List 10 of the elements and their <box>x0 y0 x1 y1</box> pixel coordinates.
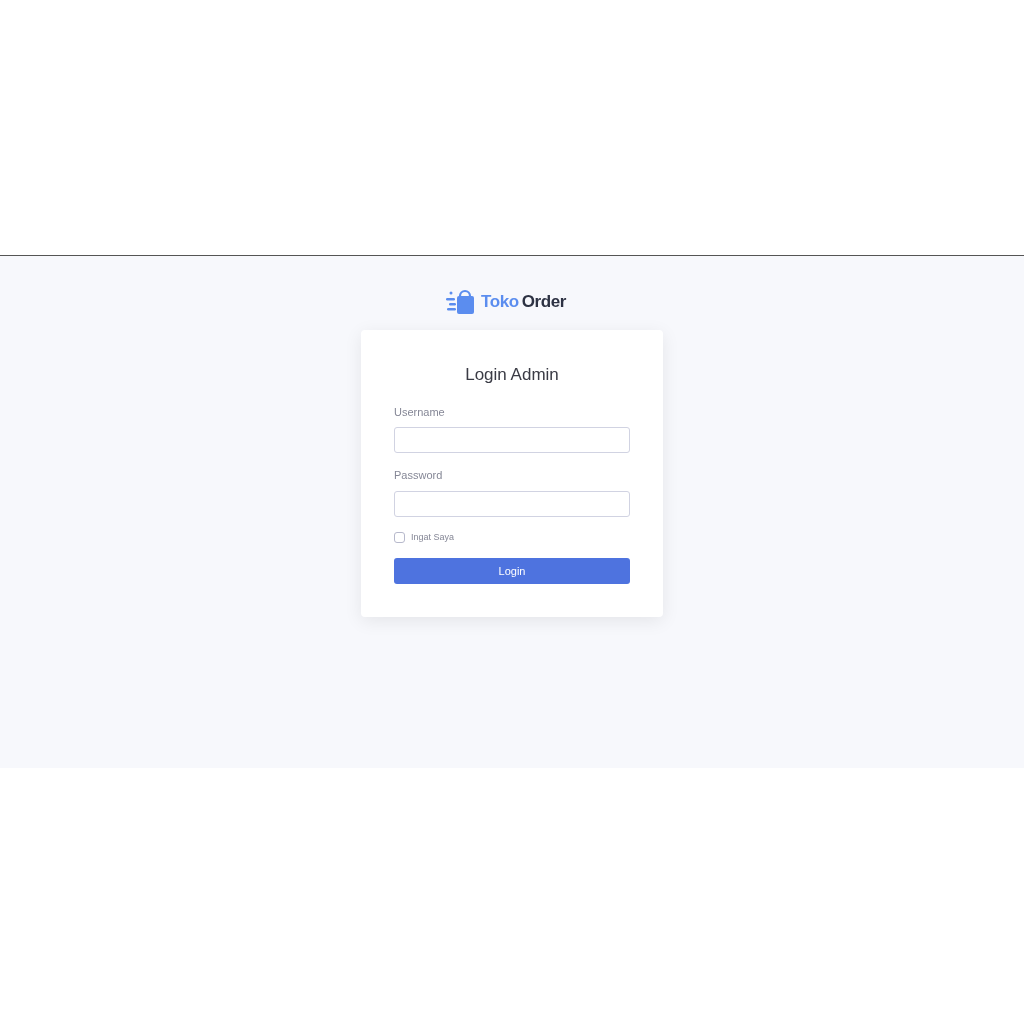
field-label: Username <box>394 404 446 420</box>
input-field[interactable] <box>394 427 630 453</box>
card-title: Login Admin <box>464 364 560 386</box>
login-button[interactable]: Login <box>394 558 630 584</box>
field-label: Password <box>394 468 444 483</box>
input-field[interactable] <box>394 490 630 517</box>
logo-word: Order <box>521 291 566 314</box>
logo-word: Toko <box>481 291 519 314</box>
checkbox-label: Ingat Saya <box>411 530 455 544</box>
checkbox[interactable] <box>394 531 405 543</box>
